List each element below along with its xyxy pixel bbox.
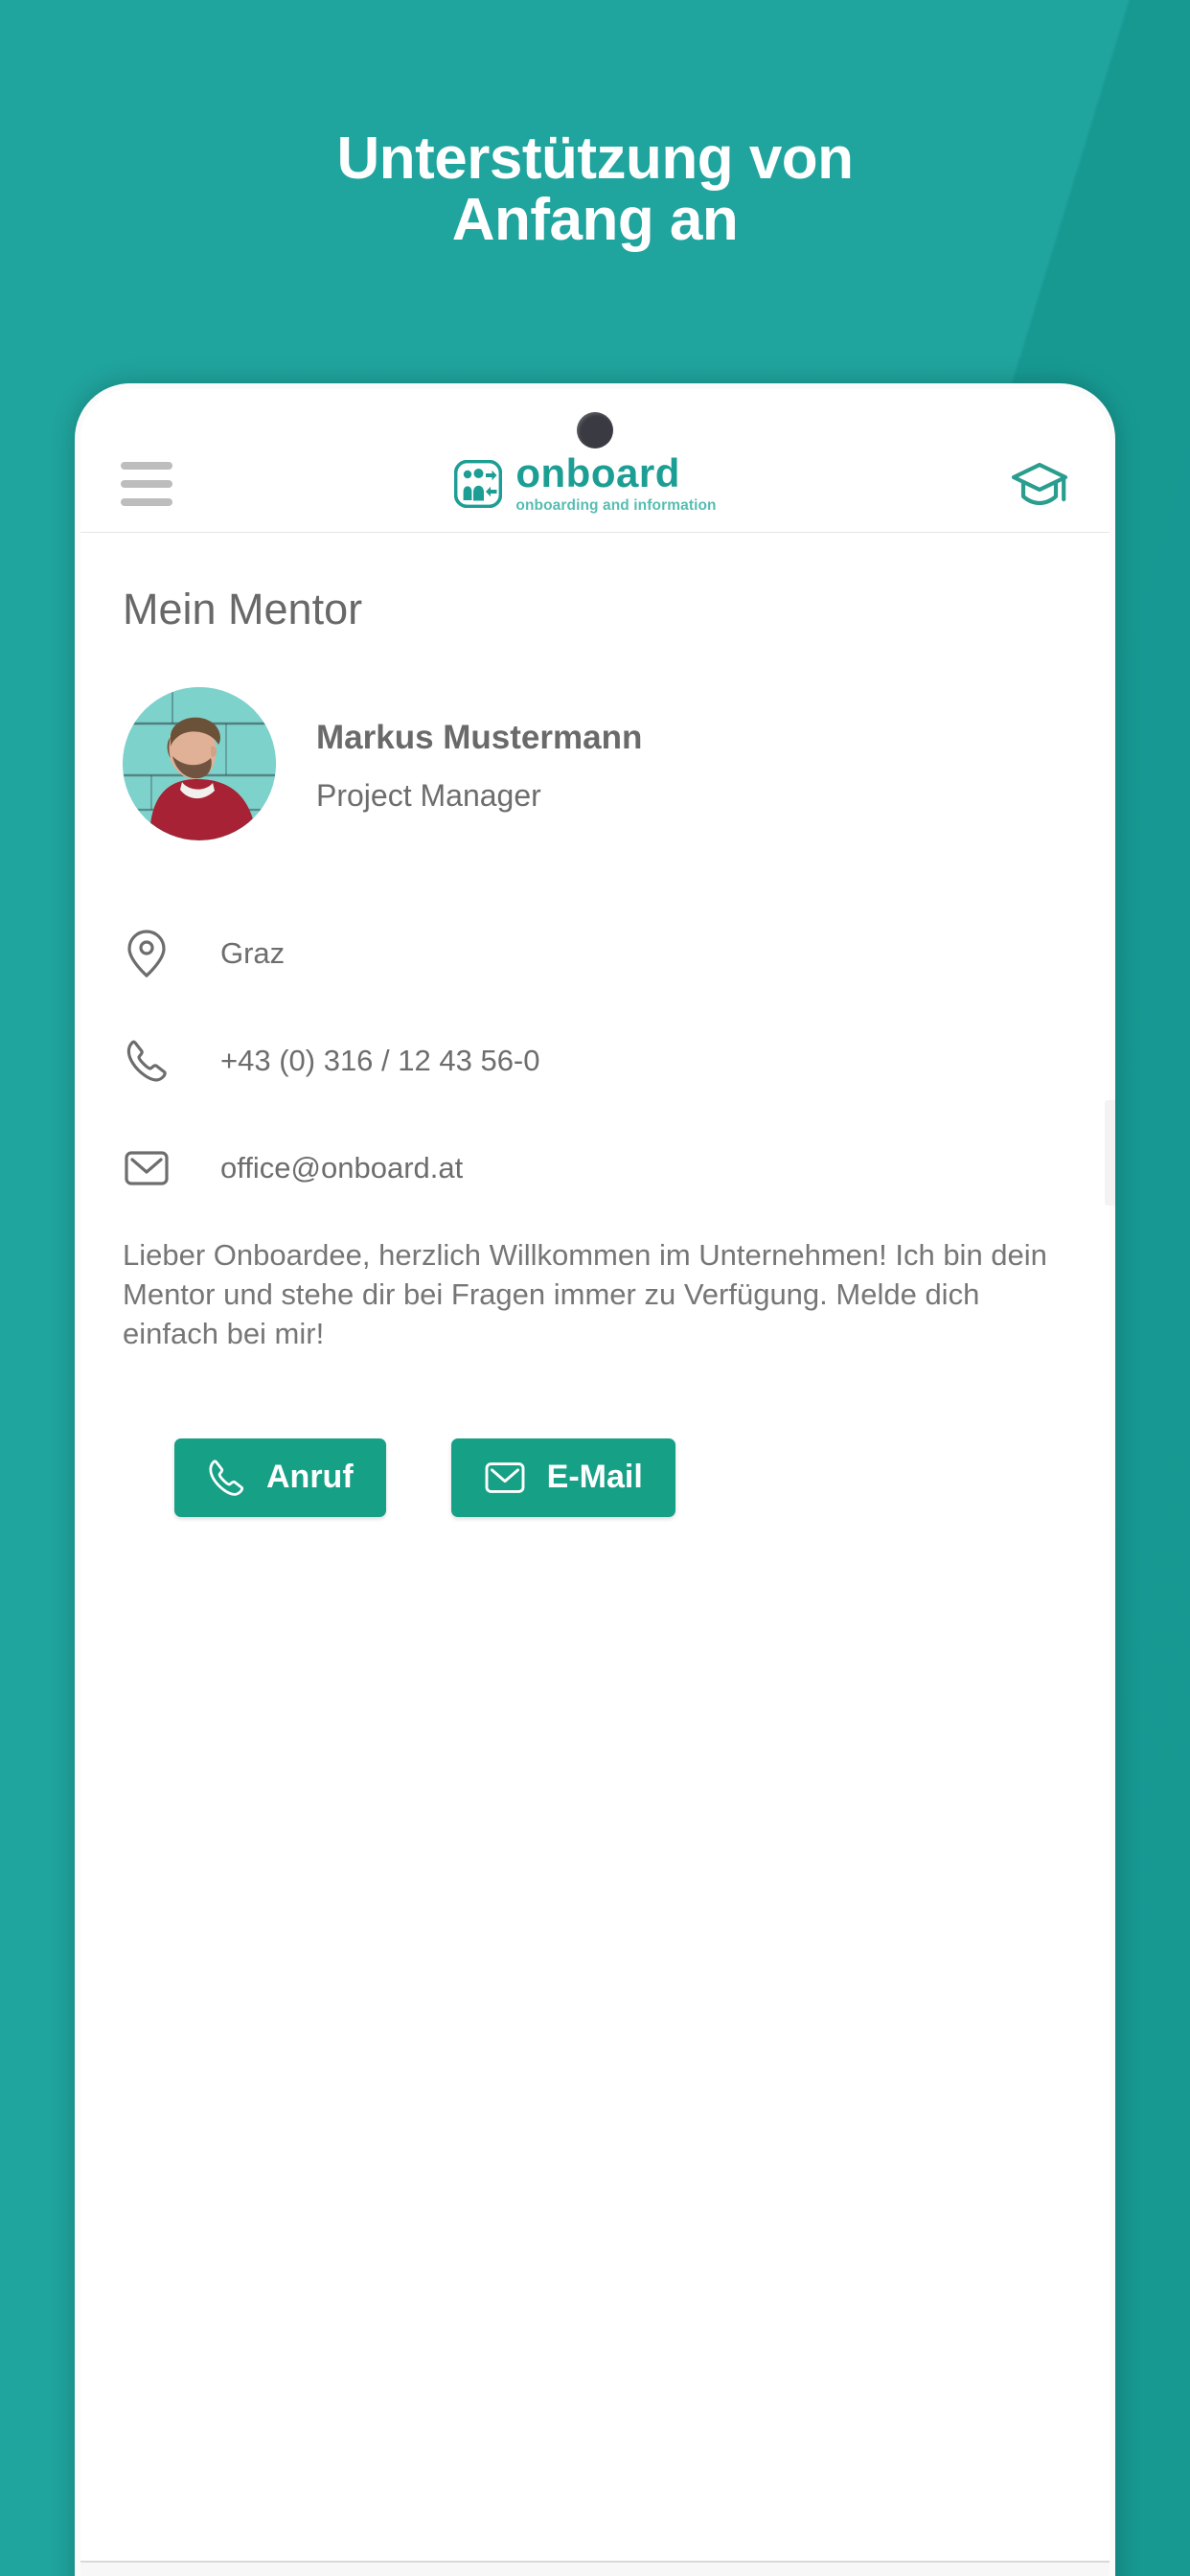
email-button-label: E-Mail xyxy=(546,1459,643,1496)
location-pin-icon xyxy=(123,929,171,978)
mentor-profile: Markus Mustermann Project Manager xyxy=(123,687,1067,840)
phone-icon xyxy=(209,1460,243,1496)
avatar xyxy=(123,687,276,840)
bottom-navigation: Home Unterne… xyxy=(80,2561,1110,2576)
contact-row-email[interactable]: office@onboard.at xyxy=(123,1115,1067,1222)
headline-line-1: Unterstützung von xyxy=(336,126,854,192)
mentor-message: Lieber Onboardee, herzlich Willkommen im… xyxy=(123,1238,1047,1351)
email-button[interactable]: E-Mail xyxy=(450,1438,675,1517)
contact-value-phone: +43 (0) 316 / 12 43 56-0 xyxy=(220,1044,540,1077)
mentor-name: Markus Mustermann xyxy=(316,718,643,756)
brand-tagline: onboarding and information xyxy=(515,496,717,514)
headline-line-2: Anfang an xyxy=(451,186,739,253)
contact-row-location[interactable]: Graz xyxy=(123,900,1067,1007)
brand-wordmark: onboard xyxy=(515,449,680,495)
mentor-role: Project Manager xyxy=(316,777,541,813)
call-button[interactable]: Anruf xyxy=(174,1438,386,1517)
promo-headline: Unterstützung von Anfang an xyxy=(0,128,1190,251)
phone-side-button[interactable] xyxy=(1105,1100,1115,1206)
graduation-cap-icon[interactable] xyxy=(1010,459,1069,509)
contact-value-email: office@onboard.at xyxy=(220,1151,464,1184)
call-button-label: Anruf xyxy=(266,1459,354,1496)
page-title: Mein Mentor xyxy=(123,585,363,633)
contact-row-phone[interactable]: +43 (0) 316 / 12 43 56-0 xyxy=(123,1007,1067,1115)
phone-mockup: onboard onboarding and information Mein … xyxy=(75,383,1115,2576)
brand-text: onboard onboarding and information xyxy=(515,449,717,515)
brand-logo[interactable]: onboard onboarding and information xyxy=(454,449,717,515)
hamburger-bar xyxy=(121,479,172,488)
contact-list: Graz +43 (0) 316 / 12 43 56-0 office@onb… xyxy=(123,900,1067,1222)
mentor-photo xyxy=(123,687,276,840)
hamburger-bar xyxy=(121,497,172,506)
mentor-meta: Markus Mustermann Project Manager xyxy=(316,715,642,814)
envelope-icon xyxy=(485,1461,525,1493)
phone-screen: onboard onboarding and information Mein … xyxy=(80,389,1110,2576)
envelope-icon xyxy=(123,1148,171,1188)
app-header: onboard onboarding and information xyxy=(80,389,1110,533)
hamburger-bar xyxy=(121,461,172,470)
contact-value-location: Graz xyxy=(220,936,286,970)
hamburger-menu-icon[interactable] xyxy=(121,461,172,506)
screen-content: Mein Mentor Markus Mustermann Project Ma… xyxy=(80,534,1110,2561)
phone-icon xyxy=(123,1038,171,1084)
action-buttons: Anruf E-Mail xyxy=(123,1438,1067,1517)
onboard-logo-icon xyxy=(454,459,503,508)
front-camera xyxy=(577,412,613,448)
